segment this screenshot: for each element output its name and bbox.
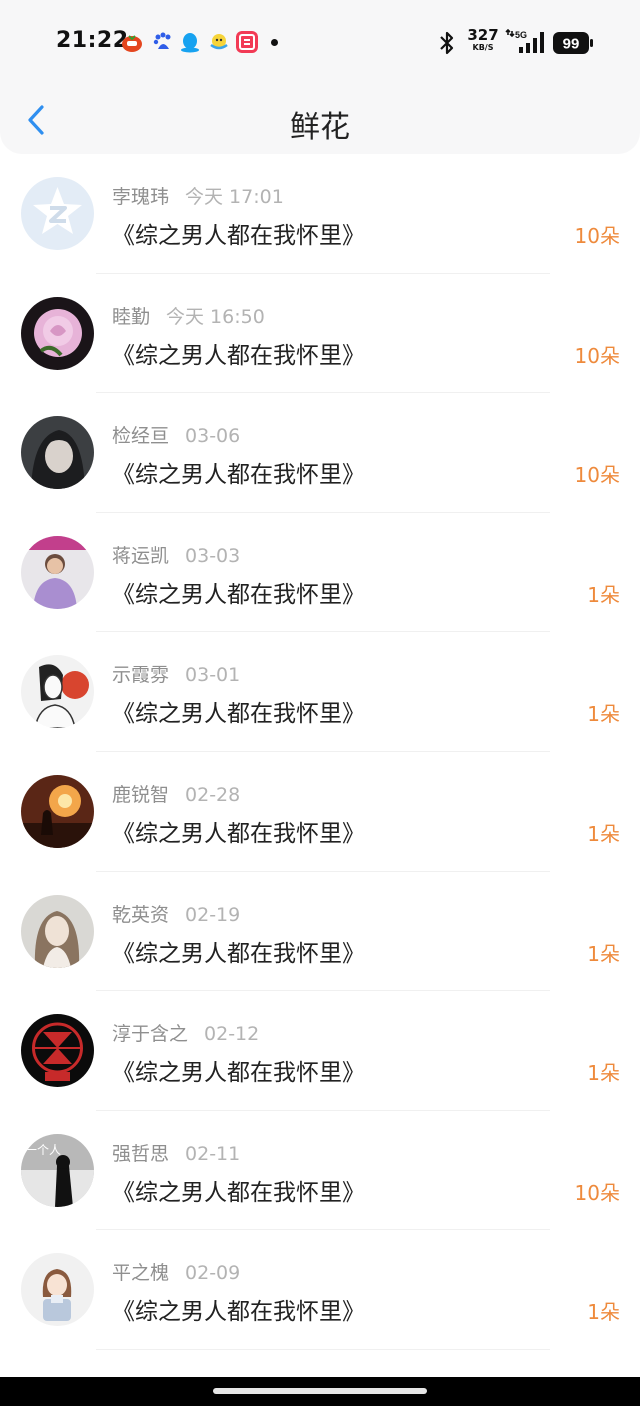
list-item[interactable]: 淳于含之 02-12 《综之男人都在我怀里》 1朵 xyxy=(0,991,640,1111)
list-item[interactable]: 蒋运凯 03-03 《综之男人都在我怀里》 1朵 xyxy=(0,513,640,633)
gift-meta: 示霞雰 03-01 xyxy=(112,660,240,687)
gift-time: 02-12 xyxy=(204,1023,260,1046)
top-bar: 21:22 327 KB/S 5G 99 鲜花 xyxy=(0,0,640,154)
gift-time: 03-03 xyxy=(185,544,241,567)
list-item[interactable]: 孛瑰玮 今天 17:01 《综之男人都在我怀里》 10朵 xyxy=(0,154,640,274)
flower-gift-list: 孛瑰玮 今天 17:01 《综之男人都在我怀里》 10朵 睦勤 今天 16:50 《… xyxy=(0,154,640,1350)
gift-meta: 乾英资 02-19 xyxy=(112,900,240,927)
gift-meta: 淳于含之 02-12 xyxy=(112,1019,259,1046)
flower-amount: 1朵 xyxy=(587,941,620,966)
tomato-app-icon xyxy=(122,35,142,52)
home-indicator[interactable] xyxy=(213,1388,427,1394)
qq-penguin-icon xyxy=(181,33,199,53)
page-title: 鲜花 xyxy=(290,110,350,145)
gift-meta: 强哲思 02-11 xyxy=(112,1139,240,1166)
gift-time: 02-11 xyxy=(185,1142,241,1165)
book-title[interactable]: 《综之男人都在我怀里》 xyxy=(112,1292,365,1326)
flower-amount: 10朵 xyxy=(574,343,620,368)
flower-amount: 1朵 xyxy=(587,821,620,846)
network-speed: 327 KB/S xyxy=(466,27,500,53)
gift-time: 02-28 xyxy=(185,783,241,806)
user-name[interactable]: 鹿锐智 xyxy=(112,784,169,806)
bluetooth-icon xyxy=(440,31,454,55)
gift-meta: 检经亘 03-06 xyxy=(112,421,240,448)
book-title[interactable]: 《综之男人都在我怀里》 xyxy=(112,575,365,609)
gift-time: 今天 16:50 xyxy=(166,305,265,328)
network-speed-unit: KB/S xyxy=(472,43,494,52)
cellular-signal-icon: 5G xyxy=(505,28,547,55)
more-notifications-dot xyxy=(271,39,278,46)
book-title[interactable]: 《综之男人都在我怀里》 xyxy=(112,455,365,489)
gift-time: 02-19 xyxy=(185,903,241,926)
book-title[interactable]: 《综之男人都在我怀里》 xyxy=(112,934,365,968)
illustrated-girl-avatar[interactable] xyxy=(21,416,94,490)
flower-amount: 10朵 xyxy=(574,224,620,248)
flower-amount: 1朵 xyxy=(587,582,620,607)
battery-level: 99 xyxy=(563,36,580,53)
flower-amount: 10朵 xyxy=(574,463,620,488)
gift-time: 03-06 xyxy=(185,425,241,448)
user-name[interactable]: 强哲思 xyxy=(112,1143,169,1165)
pink-rose-avatar[interactable] xyxy=(21,296,94,370)
gift-meta: 睦勤 今天 16:50 xyxy=(112,302,265,329)
network-speed-value: 327 xyxy=(467,26,499,44)
book-title[interactable]: 《综之男人都在我怀里》 xyxy=(112,814,365,848)
user-name[interactable]: 蒋运凯 xyxy=(112,545,169,567)
default-avatar-icon[interactable] xyxy=(21,177,94,250)
user-name[interactable]: 平之槐 xyxy=(112,1262,169,1284)
silhouette-avatar[interactable]: 一个人 xyxy=(21,1133,94,1207)
gesture-bar-area xyxy=(0,1377,640,1406)
flower-amount: 10朵 xyxy=(574,1180,620,1205)
portrait-avatar[interactable] xyxy=(21,894,94,968)
network-type: 5G xyxy=(515,30,527,40)
user-name[interactable]: 检经亘 xyxy=(112,425,169,447)
gift-meta: 孛瑰玮 今天 17:01 xyxy=(112,182,284,209)
user-name[interactable]: 睦勤 xyxy=(112,306,150,328)
gift-time: 03-01 xyxy=(185,664,241,687)
user-name[interactable]: 示霞雰 xyxy=(112,664,169,686)
book-title[interactable]: 《综之男人都在我怀里》 xyxy=(112,336,365,370)
list-item[interactable]: 检经亘 03-06 《综之男人都在我怀里》 10朵 xyxy=(0,393,640,513)
list-item[interactable]: 鹿锐智 02-28 《综之男人都在我怀里》 1朵 xyxy=(0,752,640,872)
exo-logo-avatar[interactable] xyxy=(21,1014,94,1088)
status-bar: 21:22 327 KB/S 5G 99 xyxy=(0,0,640,86)
flower-amount: 1朵 xyxy=(587,1061,620,1086)
battery-icon: 99 xyxy=(553,32,593,54)
list-item[interactable]: 乾英资 02-19 《综之男人都在我怀里》 1朵 xyxy=(0,872,640,992)
person-photo-avatar[interactable] xyxy=(21,535,94,609)
gift-time: 今天 17:01 xyxy=(185,186,284,208)
gift-time: 02-09 xyxy=(185,1262,241,1285)
sunset-avatar[interactable] xyxy=(21,774,94,848)
row-divider xyxy=(96,1348,550,1350)
book-title[interactable]: 《综之男人都在我怀里》 xyxy=(112,1173,365,1207)
avatar-caption: 一个人 xyxy=(25,1143,61,1157)
gift-meta: 鹿锐智 02-28 xyxy=(112,780,240,807)
chick-app-icon xyxy=(210,34,228,50)
user-name[interactable]: 淳于含之 xyxy=(112,1023,188,1045)
gift-meta: 蒋运凯 03-03 xyxy=(112,541,240,568)
gift-meta: 平之槐 02-09 xyxy=(112,1258,240,1285)
list-item[interactable]: 示霞雰 03-01 《综之男人都在我怀里》 1朵 xyxy=(0,632,640,752)
list-item[interactable]: 一个人 强哲思 02-11 《综之男人都在我怀里》 10朵 xyxy=(0,1111,640,1231)
status-time: 21:22 xyxy=(56,28,129,53)
navigation-bar: 鲜花 xyxy=(0,86,640,154)
list-item[interactable]: 睦勤 今天 16:50 《综之男人都在我怀里》 10朵 xyxy=(0,274,640,394)
book-title[interactable]: 《综之男人都在我怀里》 xyxy=(112,216,365,250)
list-item[interactable]: 平之槐 02-09 《综之男人都在我怀里》 1朵 xyxy=(0,1230,640,1350)
taobao-app-icon xyxy=(236,31,258,53)
book-title[interactable]: 《综之男人都在我怀里》 xyxy=(112,1053,365,1087)
user-name[interactable]: 孛瑰玮 xyxy=(112,186,169,208)
sketch-avatar[interactable] xyxy=(21,655,94,729)
cartoon-girl-avatar[interactable] xyxy=(21,1253,94,1327)
flower-amount: 1朵 xyxy=(587,702,620,727)
flower-amount: 1朵 xyxy=(587,1300,620,1325)
user-name[interactable]: 乾英资 xyxy=(112,904,169,926)
baidu-app-icon xyxy=(153,32,171,49)
book-title[interactable]: 《综之男人都在我怀里》 xyxy=(112,694,365,728)
